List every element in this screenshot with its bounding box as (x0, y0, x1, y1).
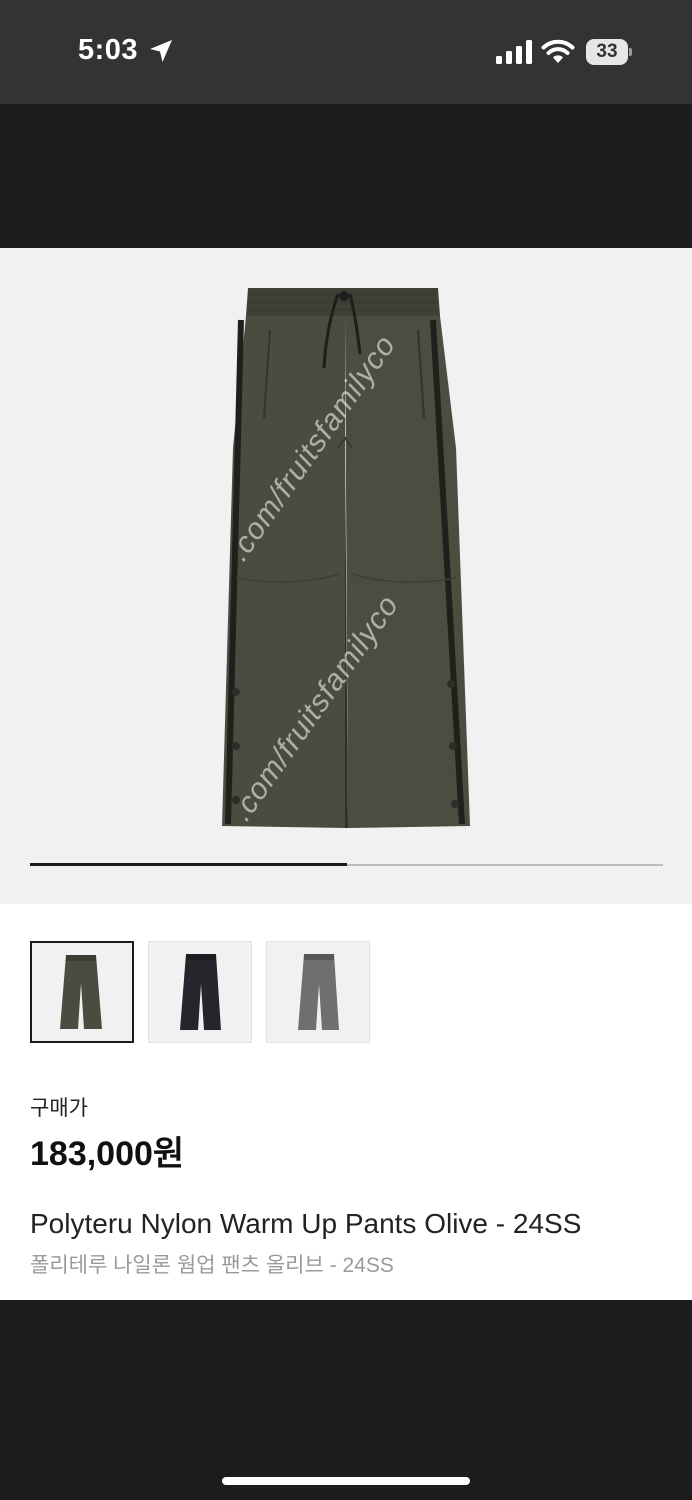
battery-level: 33 (596, 41, 618, 62)
thumbnail-image (298, 954, 339, 1030)
product-image (222, 288, 470, 828)
status-time: 5:03 (78, 34, 139, 66)
thumbnail-image (180, 954, 221, 1030)
thumbnail-olive[interactable] (30, 941, 134, 1043)
cellular-signal-icon (496, 40, 532, 64)
top-dark-band (0, 104, 692, 248)
product-info: 구매가 183,000원 Polyteru Nylon Warm Up Pant… (0, 904, 692, 1300)
product-name-korean: 폴리테루 나일론 웜업 팬츠 올리브 - 24SS (30, 1254, 394, 1277)
thumbnail-black[interactable] (148, 941, 252, 1043)
thumbnail-grey[interactable] (266, 941, 370, 1043)
gallery-progress-track (30, 863, 663, 866)
status-bar: 5:03 33 (0, 0, 692, 104)
home-indicator[interactable] (222, 1477, 470, 1485)
bottom-dark-band (0, 1300, 692, 1500)
location-arrow-icon (150, 40, 172, 62)
price-label: 구매가 (30, 1097, 88, 1120)
gallery-progress-fill (30, 863, 347, 866)
battery-icon: 33 (586, 39, 632, 65)
wifi-icon (541, 39, 575, 63)
product-name: Polyteru Nylon Warm Up Pants Olive - 24S… (30, 1208, 582, 1239)
thumbnail-image (60, 955, 102, 1029)
price-value: 183,000원 (30, 1135, 185, 1173)
product-image-gallery[interactable]: .com/fruitsfamilyco .com/fruitsfamilyco (0, 248, 692, 904)
